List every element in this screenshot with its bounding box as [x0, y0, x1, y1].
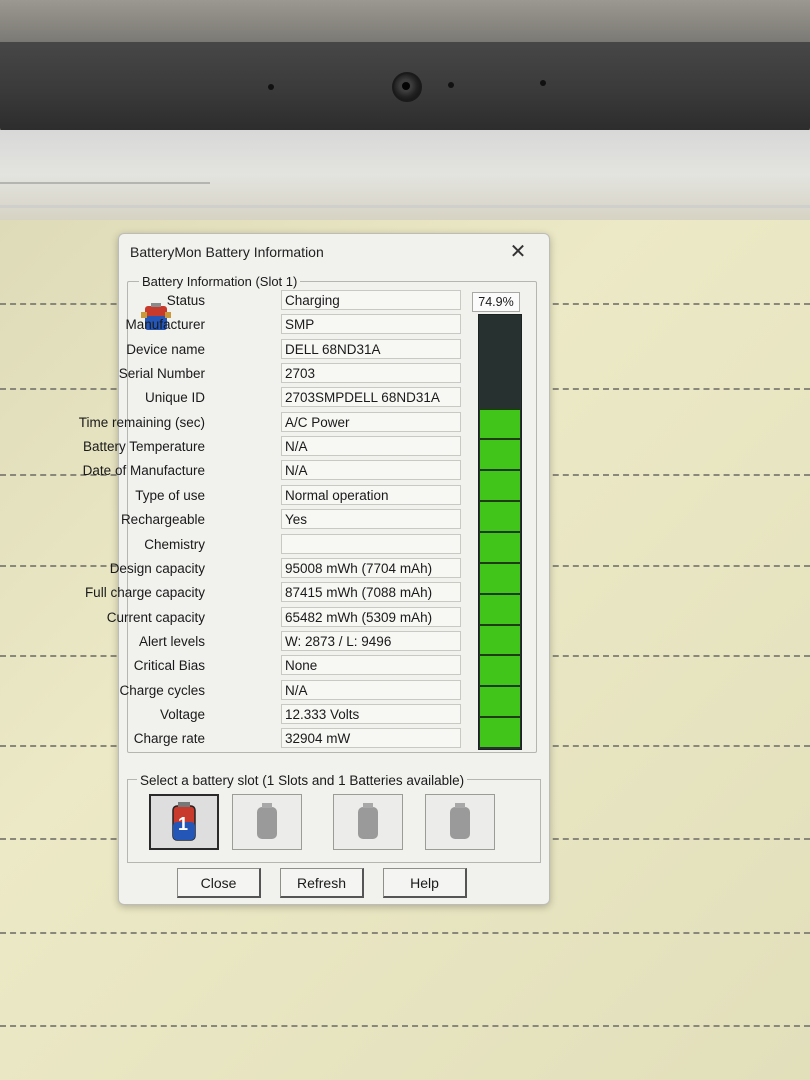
charge-meter-segment: [480, 561, 520, 593]
info-value: [281, 533, 461, 554]
page-dashed-line: [0, 932, 810, 934]
window-title: BatteryMon Battery Information: [130, 244, 324, 260]
info-row: Manufacturer SMP: [119, 314, 479, 336]
battery-empty-icon: [450, 803, 470, 839]
page-dashed-line: [0, 1025, 810, 1027]
charge-meter-segment: [480, 654, 520, 686]
info-label: Alert levels: [138, 633, 205, 649]
charge-percent: 74.9%: [472, 292, 520, 312]
info-row: Date of Manufacture N/A: [83, 460, 479, 482]
charge-meter-segment: [480, 623, 520, 655]
screen-divider: [0, 205, 810, 208]
charge-meter-segment: [480, 500, 520, 531]
info-row: Chemistry: [119, 533, 479, 556]
refresh-button[interactable]: Refresh: [280, 868, 364, 898]
info-label: Battery Temperature: [82, 439, 205, 455]
battery-info-group-label: Battery Information (Slot 1): [139, 274, 301, 289]
info-value: SMP: [281, 314, 461, 335]
svg-text:1: 1: [178, 814, 188, 834]
info-value: 65482 mWh (5309 mAh): [281, 606, 461, 627]
info-label: Current capacity: [106, 609, 205, 625]
info-label: Rechargeable: [120, 512, 205, 528]
info-label: Unique ID: [144, 390, 205, 406]
info-label: Charge cycles: [119, 682, 205, 698]
info-value: 2703: [281, 363, 461, 384]
info-value: W: 2873 / L: 9496: [281, 630, 461, 651]
info-value: 87415 mWh (7088 mAh): [281, 582, 461, 603]
battery-slot-1-icon: 1: [172, 802, 196, 841]
info-row: Battery Temperature N/A: [83, 436, 479, 458]
charge-meter: [478, 314, 522, 750]
info-value: 12.333 Volts: [281, 703, 461, 724]
info-label: Critical Bias: [133, 658, 205, 674]
info-row: Charge cycles N/A: [119, 679, 479, 702]
charge-meter-segment: [480, 438, 520, 470]
info-row: Design capacity 95008 mWh (7704 mAh): [110, 557, 479, 580]
info-row: Current capacity 65482 mWh (5309 mAh): [107, 606, 479, 629]
charge-meter-segment: [480, 469, 520, 501]
battery-slot-2[interactable]: [232, 794, 302, 850]
bezel-sensor-left: [268, 84, 274, 90]
close-button[interactable]: Close: [177, 868, 261, 898]
info-value: None: [281, 655, 461, 676]
info-label: Status: [166, 293, 205, 308]
close-icon[interactable]: ✕: [507, 239, 529, 264]
info-label: Full charge capacity: [84, 585, 205, 601]
bezel-sensor-right: [540, 80, 546, 86]
info-row: Voltage 12.333 Volts: [119, 703, 479, 726]
batterymon-window: BatteryMon Battery Information ✕ Battery…: [79, 233, 550, 905]
info-row: Rechargeable Yes: [119, 509, 479, 531]
info-row: Status Charging: [119, 290, 479, 312]
info-value: A/C Power: [281, 411, 461, 432]
battery-slot-group-label: Select a battery slot (1 Slots and 1 Bat…: [137, 773, 468, 788]
info-label: Date of Manufacture: [82, 463, 205, 479]
battery-slot-3[interactable]: [333, 794, 403, 850]
info-value: N/A: [281, 460, 461, 481]
info-value: 32904 mW: [281, 728, 461, 749]
info-row: Critical Bias None: [119, 655, 479, 677]
charge-meter-segment: [480, 407, 520, 439]
info-row: Full charge capacity 87415 mWh (7088 mAh): [85, 582, 479, 604]
info-row: Type of use Normal operation: [119, 484, 479, 507]
info-row: Unique ID 2703SMPDELL 68ND31A: [119, 387, 479, 409]
charge-meter-segment: [480, 685, 520, 717]
info-label: Manufacturer: [125, 317, 205, 333]
help-button[interactable]: Help: [383, 868, 467, 898]
charge-meter-segment: [480, 531, 520, 562]
battery-slot-1[interactable]: 1: [149, 794, 219, 850]
info-label: Device name: [126, 341, 205, 357]
info-label: Design capacity: [109, 560, 205, 576]
battery-empty-icon: [257, 803, 277, 839]
info-value: Yes: [281, 509, 461, 530]
info-row: Charge rate 32904 mW: [119, 728, 479, 750]
info-label: Time remaining (sec): [78, 414, 205, 430]
info-row: Device name DELL 68ND31A: [119, 338, 479, 361]
battery-empty-icon: [358, 803, 378, 839]
info-value: N/A: [281, 679, 461, 700]
screen-header-line: [0, 182, 210, 184]
info-label: Chemistry: [144, 536, 205, 552]
info-row: Time remaining (sec) A/C Power: [79, 411, 479, 434]
info-label: Voltage: [159, 706, 205, 722]
charge-meter-segment: [480, 592, 520, 624]
info-value: 2703SMPDELL 68ND31A: [281, 387, 461, 408]
info-label: Charge rate: [133, 731, 205, 747]
info-value: 95008 mWh (7704 mAh): [281, 557, 461, 578]
info-row: Alert levels W: 2873 / L: 9496: [119, 630, 479, 653]
info-value: Normal operation: [281, 484, 461, 505]
webcam-icon: [392, 72, 422, 102]
info-label: Type of use: [135, 487, 205, 503]
charge-meter-segment: [480, 716, 520, 747]
info-label: Serial Number: [118, 366, 205, 382]
battery-slot-4[interactable]: [425, 794, 495, 850]
info-row: Serial Number 2703: [119, 363, 479, 385]
bezel-sensor-mid: [448, 82, 454, 88]
info-value: Charging: [281, 290, 461, 310]
info-value: N/A: [281, 436, 461, 457]
info-value: DELL 68ND31A: [281, 338, 461, 359]
